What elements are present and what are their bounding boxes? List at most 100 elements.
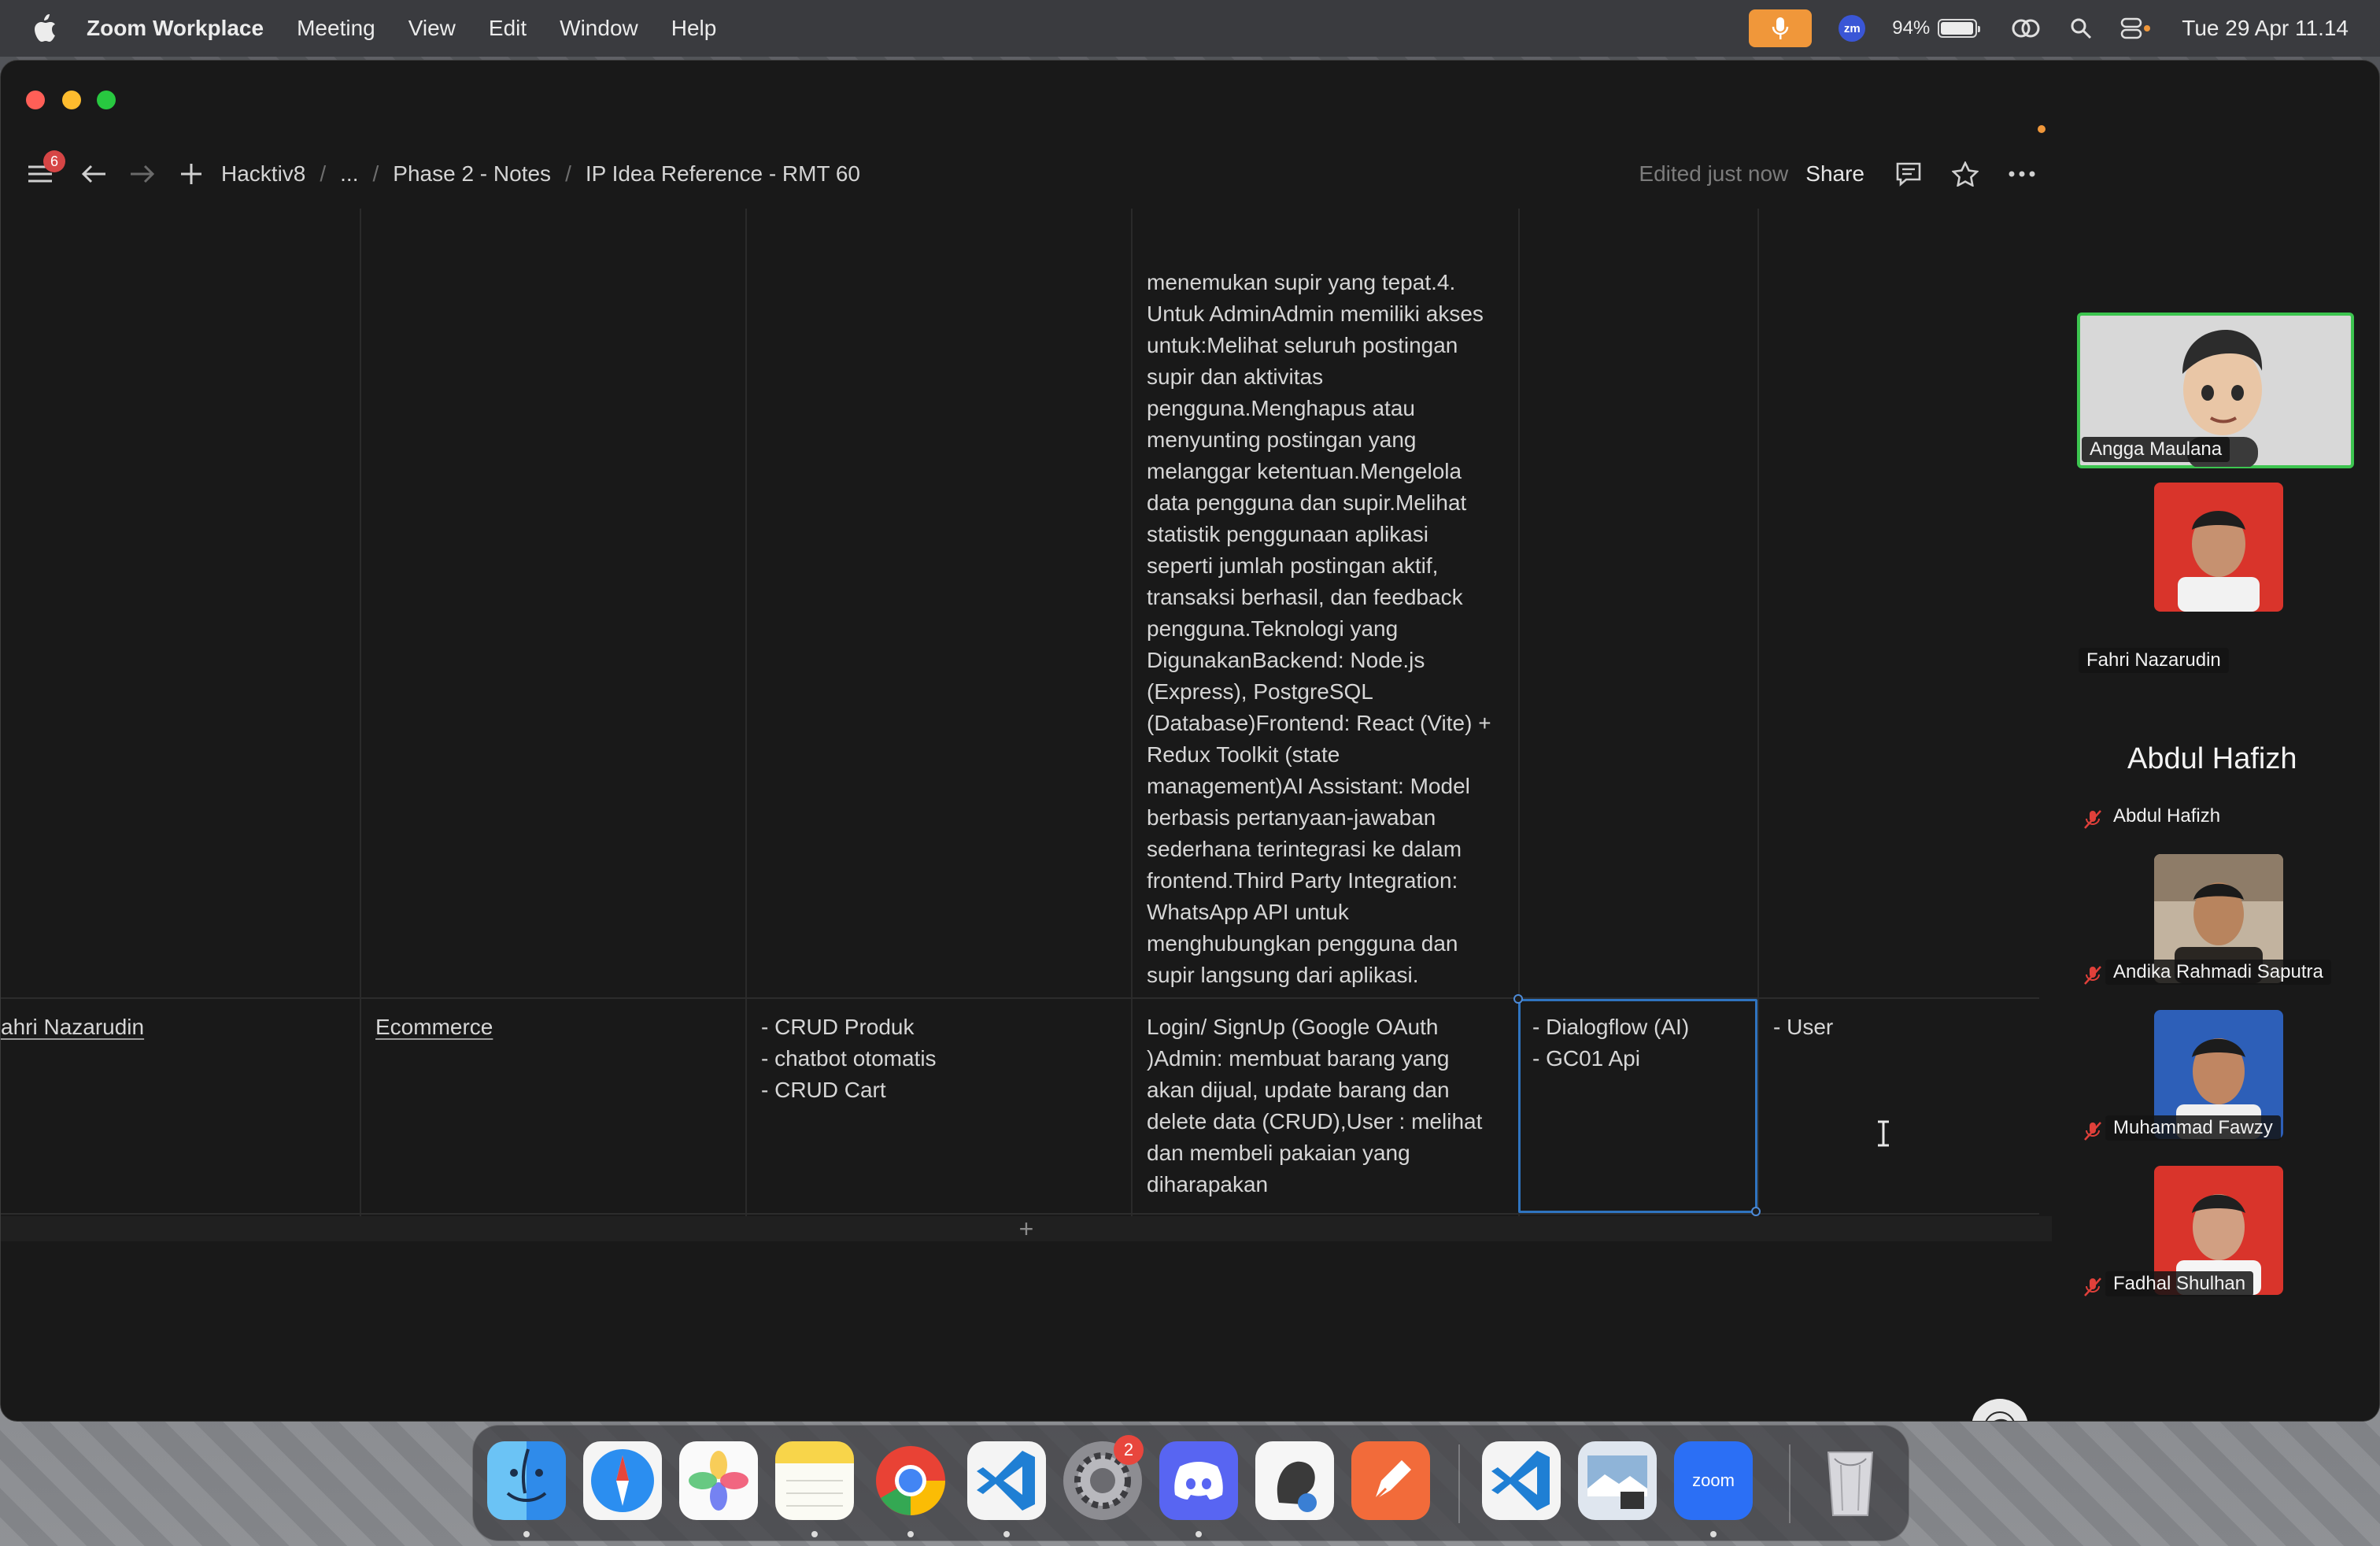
photos-icon[interactable] bbox=[679, 1441, 758, 1520]
menu-edit[interactable]: Edit bbox=[489, 16, 527, 41]
running-indicator bbox=[1710, 1531, 1717, 1537]
running-indicator bbox=[1196, 1531, 1202, 1537]
add-row-button[interactable]: + bbox=[1, 1214, 2052, 1243]
breadcrumb-phase2-notes[interactable]: Phase 2 - Notes bbox=[393, 161, 551, 187]
notification-badge: 6 bbox=[43, 150, 65, 172]
muted-microphone-icon bbox=[2084, 810, 2101, 829]
participant-big-name: Abdul Hafizh bbox=[2127, 742, 2297, 775]
dock: 2 zoom bbox=[472, 1425, 1909, 1541]
forward-button[interactable] bbox=[127, 158, 158, 190]
selected-cell-outline bbox=[1518, 999, 1757, 1213]
table-cell-name[interactable]: ahri Nazarudin bbox=[1, 1012, 347, 1043]
participant-name: Fadhal Shulhan bbox=[2105, 1271, 2254, 1296]
chrome-icon[interactable] bbox=[871, 1441, 950, 1520]
search-icon[interactable] bbox=[2064, 11, 2098, 46]
discord-icon[interactable] bbox=[1159, 1441, 1238, 1520]
menu-help[interactable]: Help bbox=[671, 16, 717, 41]
edited-status: Edited just now bbox=[1639, 161, 1789, 186]
minimize-window-button[interactable] bbox=[62, 91, 81, 109]
table-cell-description[interactable]: Login/ SignUp (Google OAuth )Admin: memb… bbox=[1147, 1012, 1509, 1200]
notes-icon[interactable] bbox=[775, 1441, 854, 1520]
apple-icon[interactable] bbox=[31, 14, 57, 43]
table-cell-description-prev[interactable]: menemukan supir yang tepat.4. Untuk Admi… bbox=[1147, 267, 1509, 991]
breadcrumb-separator: / bbox=[372, 161, 379, 186]
running-indicator bbox=[907, 1531, 914, 1537]
column-divider bbox=[745, 209, 747, 1216]
preview-icon[interactable] bbox=[1578, 1441, 1657, 1520]
more-options-button[interactable] bbox=[2005, 158, 2039, 190]
back-button[interactable] bbox=[78, 158, 109, 190]
menu-window[interactable]: Window bbox=[560, 16, 638, 41]
column-divider bbox=[1131, 209, 1133, 1216]
participant-name: Abdul Hafizh bbox=[2113, 805, 2221, 827]
microphone-indicator[interactable] bbox=[1749, 9, 1813, 47]
breadcrumb-ellipsis[interactable]: ... bbox=[340, 161, 358, 187]
finder-icon[interactable] bbox=[487, 1441, 566, 1520]
breadcrumb-hacktiv8[interactable]: Hacktiv8 bbox=[221, 161, 305, 187]
recording-dot bbox=[2038, 125, 2046, 133]
menubar-clock[interactable]: Tue 29 Apr 11.14 bbox=[2182, 16, 2349, 41]
dock-separator bbox=[1789, 1444, 1791, 1523]
menu-app-name[interactable]: Zoom Workplace bbox=[87, 16, 264, 41]
trash-icon[interactable] bbox=[1811, 1441, 1890, 1520]
share-button[interactable]: Share bbox=[1805, 161, 1864, 187]
vscode-icon[interactable] bbox=[967, 1441, 1046, 1520]
breadcrumb-separator: / bbox=[320, 161, 327, 186]
pen-tool-app-icon[interactable] bbox=[1351, 1441, 1430, 1520]
database-app-icon[interactable] bbox=[1255, 1441, 1334, 1520]
notion-topbar: 6 Hacktiv8 / ... / Phase 2 - Notes / IP … bbox=[1, 139, 2055, 209]
participant-tile-active[interactable]: Angga Maulana bbox=[2077, 313, 2354, 468]
arrow-left-icon bbox=[81, 165, 105, 183]
star-icon bbox=[1952, 161, 1979, 187]
zoom-menubar-icon[interactable]: zm bbox=[1839, 15, 1866, 42]
participant-name: Muhammad Fawzy bbox=[2105, 1115, 2281, 1141]
running-indicator bbox=[1003, 1531, 1010, 1537]
settings-notification-badge: 2 bbox=[1114, 1435, 1144, 1465]
breadcrumb-current-page[interactable]: IP Idea Reference - RMT 60 bbox=[586, 161, 860, 187]
breadcrumb-separator: / bbox=[565, 161, 571, 186]
zoom-app-label: zoom bbox=[1692, 1470, 1735, 1490]
column-divider bbox=[360, 209, 361, 1216]
battery-percent: 94% bbox=[1892, 17, 1931, 39]
table-cell-features[interactable]: - CRUD Produk - chatbot otomatis - CRUD … bbox=[761, 1012, 1115, 1106]
participant-name-active: Angga Maulana bbox=[2082, 437, 2230, 462]
vscode-icon[interactable] bbox=[1482, 1441, 1561, 1520]
muted-microphone-icon bbox=[2084, 1278, 2101, 1296]
selection-handle[interactable] bbox=[1513, 994, 1523, 1004]
fullscreen-window-button[interactable] bbox=[97, 91, 116, 109]
avatar bbox=[2154, 483, 2283, 612]
table-cell-category[interactable]: Ecommerce bbox=[375, 1012, 722, 1043]
table-cell-roles[interactable]: - User bbox=[1773, 1012, 2025, 1043]
zoom-share-window: 6 Hacktiv8 / ... / Phase 2 - Notes / IP … bbox=[0, 60, 2380, 1422]
muted-microphone-icon bbox=[2084, 1122, 2101, 1141]
arrow-right-icon bbox=[131, 165, 155, 183]
comment-icon bbox=[1896, 162, 1921, 187]
add-row-plus: + bbox=[1018, 1214, 1034, 1243]
menu-meeting[interactable]: Meeting bbox=[297, 16, 375, 41]
participant-name: Andika Rahmadi Saputra bbox=[2105, 960, 2331, 985]
running-indicator bbox=[523, 1531, 530, 1537]
menu-bar: Zoom Workplace Meeting View Edit Window … bbox=[0, 0, 2380, 57]
running-indicator bbox=[811, 1531, 818, 1537]
participant-name: Fahri Nazarudin bbox=[2079, 648, 2229, 673]
annotate-icon bbox=[1985, 1411, 2015, 1421]
screen-mirroring-icon[interactable] bbox=[2009, 11, 2043, 46]
plus-icon bbox=[181, 164, 201, 184]
comments-button[interactable] bbox=[1893, 158, 1924, 190]
favorite-button[interactable] bbox=[1949, 158, 1981, 190]
column-divider bbox=[1757, 209, 1759, 1216]
ellipsis-icon bbox=[2009, 171, 2035, 177]
sidebar-toggle-button[interactable]: 6 bbox=[24, 150, 65, 190]
control-center-icon[interactable] bbox=[2119, 11, 2153, 46]
new-page-button[interactable] bbox=[176, 158, 207, 190]
dock-separator bbox=[1458, 1444, 1460, 1523]
menu-view[interactable]: View bbox=[408, 16, 456, 41]
safari-icon[interactable] bbox=[583, 1441, 662, 1520]
notion-table: menemukan supir yang tepat.4. Untuk Admi… bbox=[1, 209, 2055, 1421]
battery-icon[interactable] bbox=[1938, 19, 1981, 38]
muted-microphone-icon bbox=[2084, 966, 2101, 985]
microphone-icon bbox=[1772, 17, 1789, 39]
close-window-button[interactable] bbox=[26, 91, 45, 109]
zoom-app-icon[interactable]: zoom bbox=[1674, 1441, 1753, 1520]
selection-handle[interactable] bbox=[1751, 1207, 1761, 1216]
